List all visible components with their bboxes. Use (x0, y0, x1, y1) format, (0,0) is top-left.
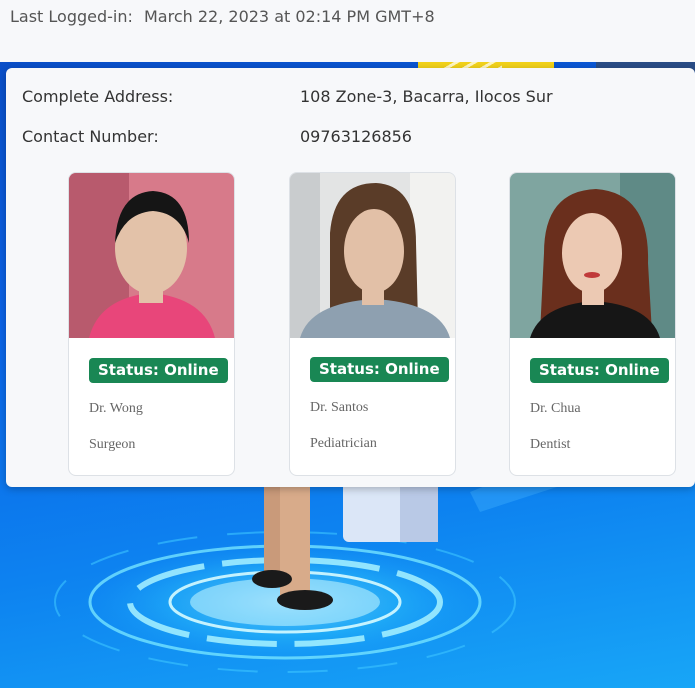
address-value: 108 Zone-3, Bacarra, Ilocos Sur (300, 87, 553, 106)
doctor-name: Dr. Wong (89, 401, 143, 416)
doctor-card[interactable]: Status: Online Dr. Chua Dentist (509, 172, 676, 476)
doctor-photo (510, 173, 675, 338)
contact-label: Contact Number: (22, 127, 159, 146)
doctor-photo (290, 173, 455, 338)
top-bar: Last Logged-in: March 22, 2023 at 02:14 … (0, 0, 695, 62)
status-badge: Status: Online (89, 358, 228, 383)
address-label: Complete Address: (22, 87, 174, 106)
status-badge: Status: Online (530, 358, 669, 383)
doctor-specialty: Pediatrician (310, 436, 377, 451)
profile-card: Complete Address: 108 Zone-3, Bacarra, I… (6, 68, 695, 487)
doctor-name: Dr. Santos (310, 400, 369, 415)
doctor-name: Dr. Chua (530, 401, 581, 416)
doctor-card[interactable]: Status: Online Dr. Wong Surgeon (68, 172, 235, 476)
doctor-specialty: Surgeon (89, 437, 136, 452)
last-login-info: Last Logged-in: March 22, 2023 at 02:14 … (10, 7, 435, 26)
last-login-label: Last Logged-in: (10, 7, 133, 26)
last-login-value: March 22, 2023 at 02:14 PM GMT+8 (144, 7, 435, 26)
doctor-specialty: Dentist (530, 437, 571, 452)
contact-value: 09763126856 (300, 127, 412, 146)
doctor-card[interactable]: Status: Online Dr. Santos Pediatrician (289, 172, 456, 476)
doctor-photo (69, 173, 234, 338)
status-badge: Status: Online (310, 357, 449, 382)
